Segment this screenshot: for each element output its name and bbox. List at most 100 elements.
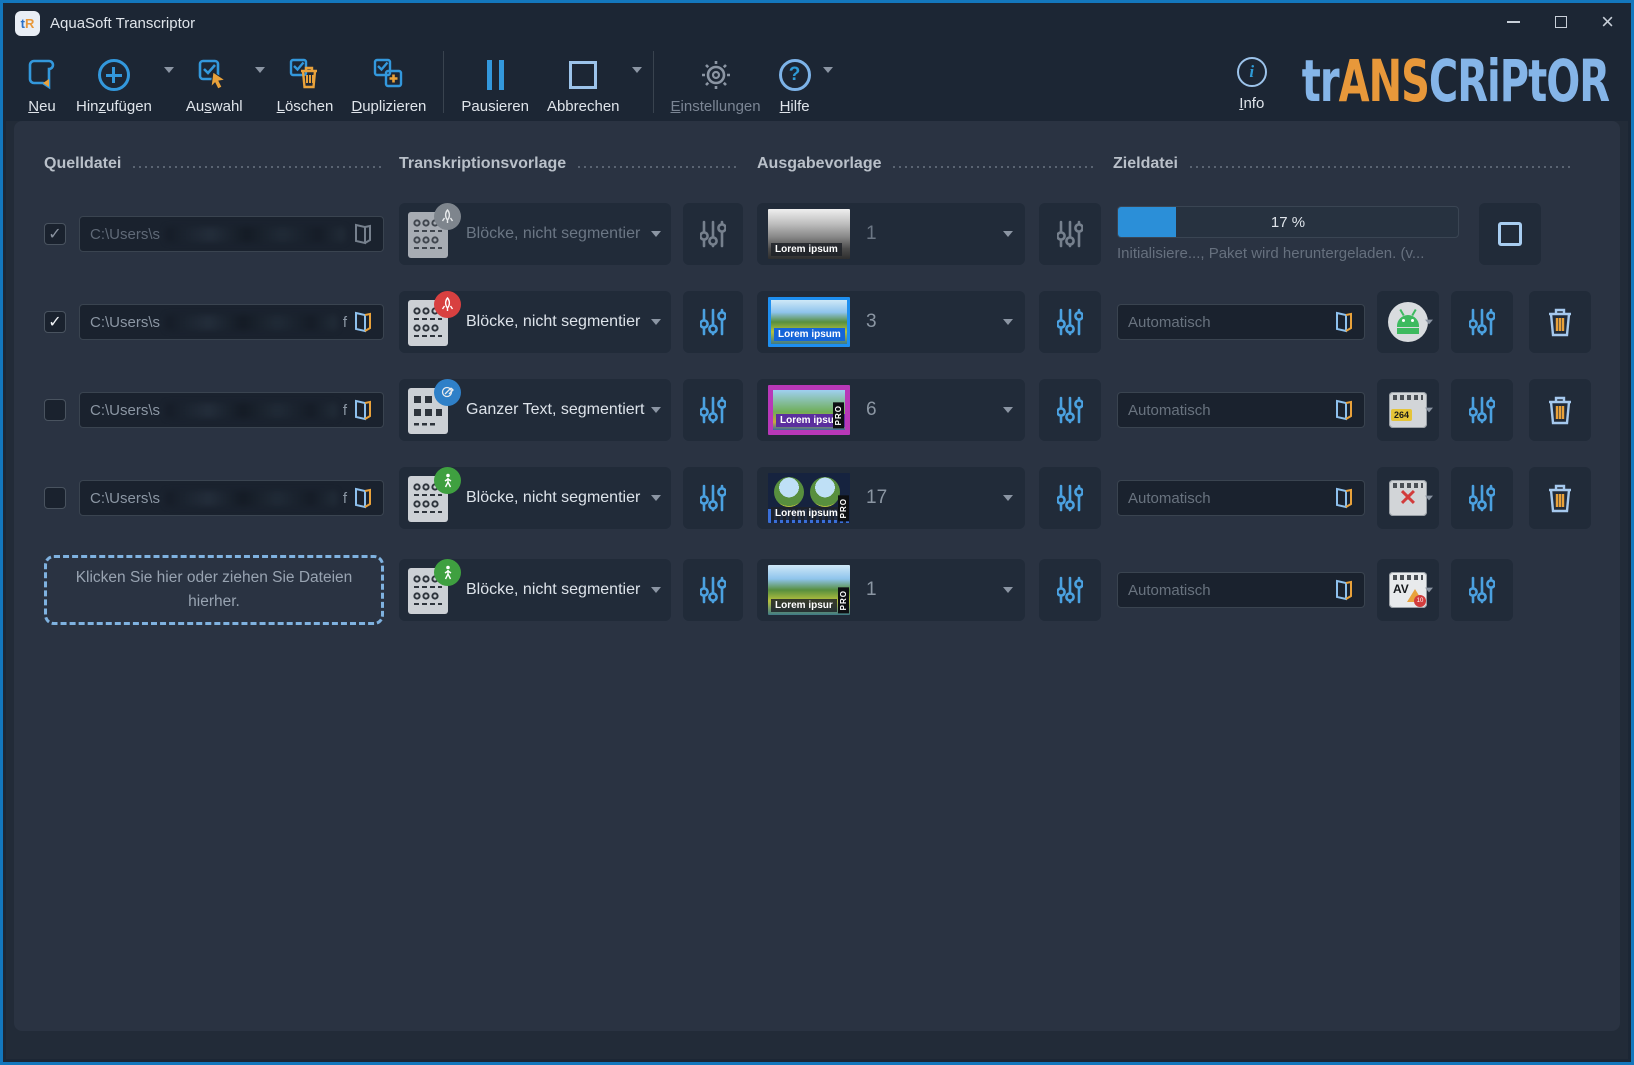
- source-path-field[interactable]: C:\Users\s: [79, 216, 384, 252]
- format-settings-button[interactable]: [1451, 467, 1513, 529]
- walking-person-badge-icon: [434, 467, 461, 494]
- settings-button[interactable]: Einstellungen: [662, 43, 770, 121]
- output-settings-button[interactable]: [1039, 203, 1101, 265]
- close-button[interactable]: ×: [1584, 3, 1631, 41]
- add-dropdown-caret[interactable]: [161, 73, 177, 91]
- progress-status-text: Initialisiere..., Paket wird heruntergel…: [1117, 245, 1459, 262]
- stop-icon: [1498, 222, 1522, 246]
- template-settings-button[interactable]: [683, 291, 743, 353]
- walking-person-badge-icon: [434, 559, 461, 586]
- template-settings-button[interactable]: [683, 203, 743, 265]
- close-icon: ×: [1601, 9, 1614, 35]
- output-template-dropdown[interactable]: Lorem ipsumPRO 6: [757, 379, 1025, 441]
- browse-folder-icon[interactable]: [1332, 486, 1356, 510]
- selection-cursor-icon: [196, 54, 232, 96]
- info-button[interactable]: i Info: [1228, 47, 1276, 118]
- dropdown-caret-icon: [1425, 408, 1433, 413]
- delete-button[interactable]: Löschen: [268, 43, 343, 121]
- info-icon: i: [1237, 51, 1267, 93]
- format-dropdown-cut[interactable]: ✕: [1377, 467, 1439, 529]
- output-thumbnail: Lorem ipsum: [768, 297, 850, 347]
- template-dropdown[interactable]: Blöcke, nicht segmentier: [399, 203, 671, 265]
- target-file-field[interactable]: Automatisch: [1117, 304, 1365, 340]
- source-path-field[interactable]: C:\Users\sf: [79, 392, 384, 428]
- delete-row-button[interactable]: [1529, 291, 1591, 353]
- row-checkbox[interactable]: [44, 399, 66, 421]
- row-checkbox[interactable]: [44, 487, 66, 509]
- format-settings-button[interactable]: [1451, 379, 1513, 441]
- delete-row-button[interactable]: [1529, 467, 1591, 529]
- minimize-button[interactable]: [1490, 3, 1537, 41]
- browse-folder-icon[interactable]: [1332, 310, 1356, 334]
- output-settings-button[interactable]: [1039, 559, 1101, 621]
- delete-trash-icon: [287, 54, 323, 96]
- job-list-panel: Quelldatei Transkriptionsvorlage Ausgabe…: [14, 121, 1620, 1031]
- browse-folder-icon[interactable]: [351, 222, 375, 246]
- abort-dropdown-caret[interactable]: [629, 73, 645, 91]
- template-dropdown[interactable]: Ganzer Text, segmentiert: [399, 379, 671, 441]
- trash-icon: [1546, 394, 1574, 426]
- help-dropdown-caret[interactable]: [820, 73, 836, 91]
- output-settings-button[interactable]: [1039, 291, 1101, 353]
- browse-folder-icon[interactable]: [351, 486, 375, 510]
- selection-dropdown-caret[interactable]: [252, 73, 268, 91]
- output-template-dropdown[interactable]: Lorem ipsumPRO 17: [757, 467, 1025, 529]
- stop-job-button[interactable]: [1479, 203, 1541, 265]
- abort-stop-icon: [569, 54, 597, 96]
- browse-folder-icon[interactable]: [351, 398, 375, 422]
- redacted-path: [166, 491, 337, 506]
- source-path-field[interactable]: C:\Users\sf: [79, 480, 384, 516]
- job-row: C:\Users\sf Ganzer Text, segmentiert Lor…: [44, 379, 1592, 441]
- h264-format-icon: 264: [1389, 392, 1427, 428]
- format-dropdown-av1[interactable]: AV10: [1377, 559, 1439, 621]
- android-format-icon: [1388, 302, 1428, 342]
- new-job-row: Klicken Sie hier oder ziehen Sie Dateien…: [44, 555, 1592, 625]
- source-path-field[interactable]: C:\Users\sf: [79, 304, 384, 340]
- gear-icon: [699, 54, 733, 96]
- add-button[interactable]: Hinzufügen: [67, 43, 161, 121]
- output-settings-button[interactable]: [1039, 467, 1101, 529]
- dropdown-caret-icon: [1003, 319, 1013, 325]
- selection-button[interactable]: Auswahl: [177, 43, 252, 121]
- template-settings-button[interactable]: [683, 559, 743, 621]
- browse-folder-icon[interactable]: [1332, 578, 1356, 602]
- template-settings-button[interactable]: [683, 379, 743, 441]
- output-settings-button[interactable]: [1039, 379, 1101, 441]
- job-row: C:\Users\sf Blöcke, nicht segmentier Lor…: [44, 467, 1592, 529]
- help-button[interactable]: ? Hilfe: [770, 43, 820, 121]
- file-drop-zone[interactable]: Klicken Sie hier oder ziehen Sie Dateien…: [44, 555, 384, 625]
- maximize-icon: [1555, 16, 1567, 28]
- dropdown-caret-icon: [651, 231, 661, 237]
- header-divider: [133, 165, 381, 168]
- new-document-icon: [26, 54, 58, 96]
- output-template-dropdown[interactable]: Lorem ipsurPRO 1: [757, 559, 1025, 621]
- template-settings-button[interactable]: [683, 467, 743, 529]
- fulltext-template-icon: [408, 386, 452, 434]
- format-settings-button[interactable]: [1451, 559, 1513, 621]
- row-checkbox[interactable]: ✓: [44, 223, 66, 245]
- target-file-field[interactable]: Automatisch: [1117, 392, 1365, 428]
- output-template-dropdown[interactable]: Lorem ipsum 1: [757, 203, 1025, 265]
- pause-button[interactable]: Pausieren: [452, 43, 538, 121]
- dropdown-caret-icon: [651, 495, 661, 501]
- dropdown-caret-icon: [1003, 587, 1013, 593]
- output-template-dropdown[interactable]: Lorem ipsum 3: [757, 291, 1025, 353]
- format-dropdown-h264[interactable]: 264: [1377, 379, 1439, 441]
- row-checkbox[interactable]: ✓: [44, 311, 66, 333]
- browse-folder-icon[interactable]: [1332, 398, 1356, 422]
- maximize-button[interactable]: [1537, 3, 1584, 41]
- output-thumbnail: Lorem ipsum: [768, 209, 850, 259]
- target-file-field[interactable]: Automatisch: [1117, 572, 1365, 608]
- delete-row-button[interactable]: [1529, 379, 1591, 441]
- template-dropdown[interactable]: Blöcke, nicht segmentier: [399, 467, 671, 529]
- template-dropdown[interactable]: Blöcke, nicht segmentier: [399, 559, 671, 621]
- format-settings-button[interactable]: [1451, 291, 1513, 353]
- duplicate-button[interactable]: Duplizieren: [342, 43, 435, 121]
- new-button[interactable]: Neu: [17, 43, 67, 121]
- target-file-field[interactable]: Automatisch: [1117, 480, 1365, 516]
- abort-button[interactable]: Abbrechen: [538, 43, 629, 121]
- browse-folder-icon[interactable]: [351, 310, 375, 334]
- format-dropdown-android[interactable]: [1377, 291, 1439, 353]
- output-thumbnail: Lorem ipsumPRO: [768, 385, 850, 435]
- template-dropdown[interactable]: Blöcke, nicht segmentier: [399, 291, 671, 353]
